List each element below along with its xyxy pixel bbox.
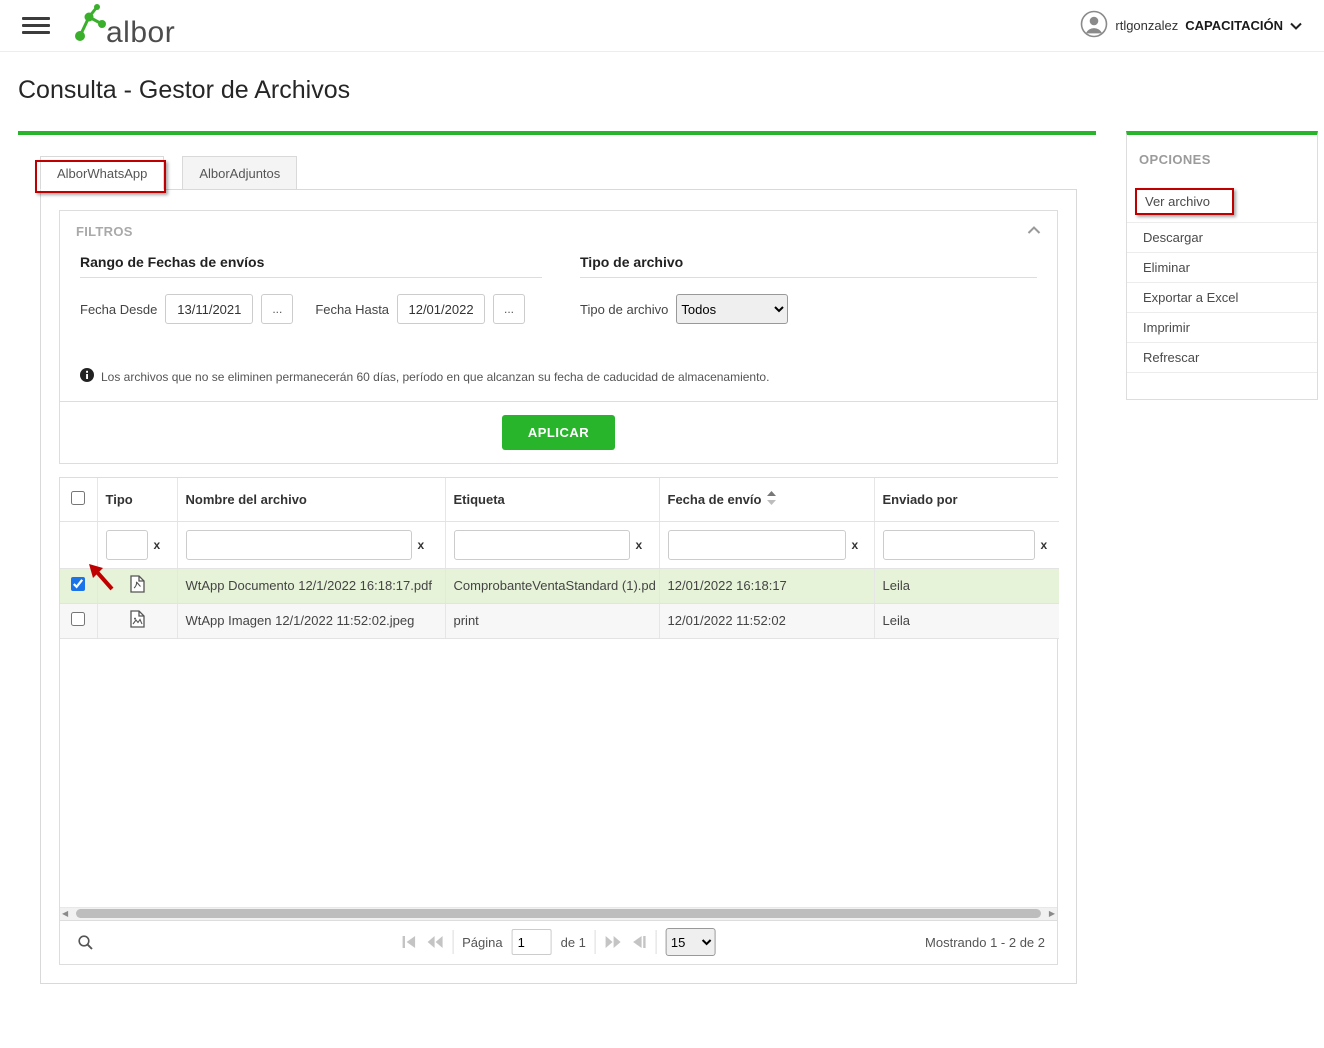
page-of-label: de 1 [560, 934, 586, 950]
tab-label: AlborAdjuntos [199, 165, 281, 181]
grid-header-row: Tipo Nombre del archivo Etiqueta Fecha d… [60, 478, 1059, 522]
table-row[interactable]: WtApp Imagen 12/1/2022 11:52:02.jpeg pri… [60, 603, 1059, 639]
first-page-icon[interactable] [401, 935, 417, 949]
tipo-archivo-label: Tipo de archivo [580, 301, 669, 317]
user-menu[interactable]: rtlgonzalez CAPACITACIÓN [1080, 10, 1302, 41]
avatar-icon [1080, 10, 1108, 41]
logo-text: albor [106, 16, 176, 49]
fecha-desde-label: Fecha Desde [80, 301, 158, 317]
tab-alborwhatsapp[interactable]: AlborWhatsApp [35, 156, 167, 193]
table-row[interactable]: WtApp Documento 12/1/2022 16:18:17.pdf C… [60, 568, 1059, 604]
app-logo[interactable]: albor [68, 1, 175, 50]
scrollbar-thumb[interactable] [76, 909, 1041, 918]
last-page-icon[interactable] [631, 935, 647, 949]
pdf-file-icon [97, 568, 178, 604]
topbar: albor rtlgonzalez CAPACITACIÓN [0, 0, 1324, 52]
filter-tipo-input[interactable] [105, 529, 148, 560]
tipo-archivo-select[interactable]: Todos [676, 294, 789, 324]
tab-label: AlborWhatsApp [57, 165, 148, 181]
grid-empty-area [60, 638, 1057, 907]
main-content: AlborWhatsApp AlborAdjuntos FILTROS Rang… [18, 131, 1096, 984]
page-size-select[interactable]: 15 [665, 928, 716, 956]
fecha-hasta-calendar-button[interactable]: ... [493, 294, 526, 324]
filter-enviado-input[interactable] [882, 529, 1035, 560]
page-label: Página [462, 934, 503, 950]
clear-filter-nombre[interactable]: x [418, 538, 425, 552]
info-icon [80, 368, 94, 385]
files-grid: Tipo Nombre del archivo Etiqueta Fecha d… [59, 477, 1059, 965]
option-ver-archivo[interactable]: Ver archivo [1127, 181, 1317, 223]
filters-title: FILTROS [76, 223, 133, 239]
row-checkbox[interactable] [71, 577, 86, 591]
next-page-icon[interactable] [605, 935, 622, 949]
col-header-etiqueta[interactable]: Etiqueta [445, 478, 660, 522]
options-title: OPCIONES [1139, 152, 1211, 167]
page-number-input[interactable] [511, 929, 552, 955]
clear-filter-etiqueta[interactable]: x [636, 538, 643, 552]
option-exportar-excel[interactable]: Exportar a Excel [1127, 283, 1317, 313]
apply-button[interactable]: APLICAR [501, 415, 616, 450]
file-sender: Leila [874, 603, 1059, 639]
clear-filter-fecha[interactable]: x [852, 538, 859, 552]
fecha-hasta-input[interactable] [397, 294, 486, 324]
grid-filter-row: x x x x x [60, 521, 1059, 569]
col-header-fecha[interactable]: Fecha de envío [659, 478, 875, 522]
file-tag: print [445, 603, 660, 639]
option-imprimir[interactable]: Imprimir [1127, 313, 1317, 343]
filters-panel: FILTROS Rango de Fechas de envíos Fecha … [59, 210, 1058, 464]
option-refrescar[interactable]: Refrescar [1127, 343, 1317, 373]
file-name: WtApp Imagen 12/1/2022 11:52:02.jpeg [177, 603, 446, 639]
col-header-tipo[interactable]: Tipo [97, 478, 178, 522]
fecha-desde-calendar-button[interactable]: ... [261, 294, 294, 324]
options-panel: OPCIONES Ver archivo Descargar Eliminar … [1126, 131, 1318, 400]
file-date: 12/01/2022 16:18:17 [659, 568, 875, 604]
fecha-hasta-label: Fecha Hasta [315, 301, 390, 317]
clear-filter-enviado[interactable]: x [1041, 538, 1048, 552]
option-descargar[interactable]: Descargar [1127, 223, 1317, 253]
hamburger-menu-icon[interactable] [22, 17, 50, 34]
pager-status: Mostrando 1 - 2 de 2 [925, 934, 1045, 950]
scroll-left-icon[interactable]: ◀ [62, 909, 68, 918]
tabstrip: AlborWhatsApp AlborAdjuntos [35, 156, 1096, 193]
file-name: WtApp Documento 12/1/2022 16:18:17.pdf [177, 568, 446, 604]
annotation-box-ver-archivo: Ver archivo [1135, 188, 1235, 215]
file-type-section-title: Tipo de archivo [580, 254, 1037, 278]
filter-etiqueta-input[interactable] [453, 529, 630, 560]
horizontal-scrollbar[interactable]: ◀ ▶ [60, 906, 1057, 920]
row-checkbox[interactable] [71, 612, 86, 626]
user-name: rtlgonzalez [1115, 18, 1179, 33]
clear-filter-tipo[interactable]: x [154, 538, 161, 552]
fecha-desde-input[interactable] [165, 294, 254, 324]
user-org: CAPACITACIÓN [1185, 18, 1283, 33]
page-title: Consulta - Gestor de Archivos [18, 76, 351, 104]
search-icon[interactable] [77, 934, 94, 951]
sort-icon [767, 490, 777, 508]
file-tag: ComprobanteVentaStandard (1).pd [445, 568, 660, 604]
tab-alboradjuntos[interactable]: AlborAdjuntos [182, 156, 298, 190]
file-date: 12/01/2022 11:52:02 [659, 603, 875, 639]
scroll-right-icon[interactable]: ▶ [1049, 909, 1055, 918]
pager: Página de 1 15 [60, 919, 1057, 964]
col-header-nombre[interactable]: Nombre del archivo [177, 478, 446, 522]
image-file-icon [97, 603, 178, 639]
retention-note: Los archivos que no se eliminen permanec… [101, 369, 770, 384]
filter-fecha-input[interactable] [667, 529, 846, 560]
select-all-checkbox[interactable] [71, 490, 86, 505]
collapse-chevron-up-icon[interactable] [1027, 222, 1041, 240]
previous-page-icon[interactable] [426, 935, 443, 949]
main-panel: FILTROS Rango de Fechas de envíos Fecha … [40, 189, 1077, 984]
date-range-section-title: Rango de Fechas de envíos [80, 254, 542, 278]
option-eliminar[interactable]: Eliminar [1127, 253, 1317, 283]
chevron-down-icon [1290, 18, 1302, 33]
filter-nombre-input[interactable] [185, 529, 412, 560]
col-header-enviado[interactable]: Enviado por [874, 478, 1059, 522]
file-sender: Leila [874, 568, 1059, 604]
